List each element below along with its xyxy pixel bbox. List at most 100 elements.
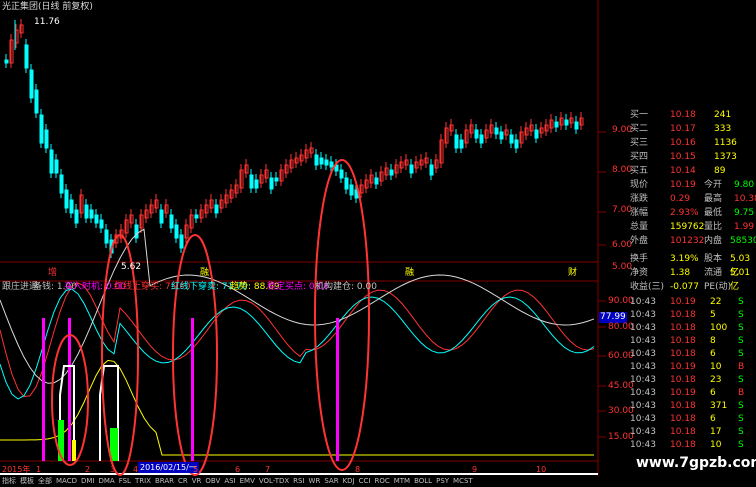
stock-chart-window: 光正集团(日线 前复权) 11.76 5.62 增 融 融 财 9.00 8.0… xyxy=(0,0,756,487)
order-label: 买五 xyxy=(630,166,649,176)
indicator-tab[interactable]: WR xyxy=(307,476,323,487)
indicator-tab[interactable]: PSY xyxy=(434,476,451,487)
indicator-tab[interactable]: RSI xyxy=(291,476,306,487)
order-label: 买二 xyxy=(630,124,649,134)
tick-price: 10.19 xyxy=(670,362,696,372)
tick-row[interactable]: 10:43 10.18 8 S xyxy=(598,334,756,348)
tick-row[interactable]: 10:43 10.18 100 S xyxy=(598,321,756,335)
quote-label: 涨幅 xyxy=(630,208,649,218)
indicator-tab[interactable]: FSL xyxy=(117,476,133,487)
indicator-tab[interactable]: 模板 xyxy=(18,476,36,487)
quote-label: 外盘 xyxy=(630,236,649,246)
indicator-tab[interactable]: MCST xyxy=(451,476,475,487)
candle-body xyxy=(344,177,349,190)
indicator-tab[interactable]: VR xyxy=(190,476,204,487)
volume-bar xyxy=(72,440,76,461)
annotation-circle xyxy=(172,234,218,476)
tick-volume: 22 xyxy=(710,297,722,307)
tick-row[interactable]: 10:43 10.18 23 S xyxy=(598,373,756,387)
tick-time: 10:43 xyxy=(630,297,656,307)
event-marker[interactable]: 增 xyxy=(48,268,57,279)
order-price: 10.14 xyxy=(670,166,696,176)
tick-time: 10:43 xyxy=(630,349,656,359)
indicator-tab[interactable]: VOL-TDX xyxy=(257,476,291,487)
event-marker[interactable]: 融 xyxy=(405,268,414,279)
indicator-tab[interactable]: BOLL xyxy=(412,476,434,487)
indicator-tab[interactable]: CCI xyxy=(357,476,373,487)
tick-row[interactable]: 10:43 10.18 17 S xyxy=(598,425,756,439)
tick-volume: 10 xyxy=(710,362,722,372)
order-book-row[interactable]: 买五 10.14 89 xyxy=(598,164,756,178)
indicator-tab[interactable]: 全部 xyxy=(36,476,54,487)
tick-time: 10:43 xyxy=(630,323,656,333)
indicator-tab[interactable]: 指标 xyxy=(0,476,18,487)
candle-body xyxy=(59,174,64,194)
tick-volume: 8 xyxy=(710,336,716,346)
quote-row: 总量 159762 量比 1.99 xyxy=(598,220,756,234)
tick-time: 10:43 xyxy=(630,336,656,346)
tick-row[interactable]: 10:43 10.19 22 S xyxy=(598,295,756,309)
candle-body xyxy=(104,229,109,244)
tick-price: 10.18 xyxy=(670,375,696,385)
event-marker[interactable]: 财 xyxy=(568,268,577,279)
low-price-label: 5.62 xyxy=(121,262,142,272)
date-tick: 5 xyxy=(193,465,199,474)
indicator-value: 机构建仓: 0.00 xyxy=(315,282,377,292)
candle-body xyxy=(269,177,274,190)
event-marker[interactable]: 融 xyxy=(200,268,209,279)
tick-row[interactable]: 10:43 10.18 10 S xyxy=(598,438,756,452)
indicator-tab[interactable]: MACD xyxy=(54,476,79,487)
indicator-tab[interactable]: TRIX xyxy=(133,476,153,487)
order-book-row[interactable]: 买一 10.18 241 xyxy=(598,108,756,122)
quote-row: 涨跌 0.29 最高 10.38 xyxy=(598,192,756,206)
indicator-tab[interactable]: KDJ xyxy=(341,476,357,487)
order-book-row[interactable]: 买三 10.16 1136 xyxy=(598,136,756,150)
tick-row[interactable]: 10:43 10.18 6 S xyxy=(598,412,756,426)
candle-body xyxy=(339,169,344,179)
tick-volume: 371 xyxy=(710,401,728,411)
quote-row: 收益(三) -0.077 PE(动) xyxy=(598,280,756,294)
tick-time: 10:43 xyxy=(630,414,656,424)
tick-time: 10:43 xyxy=(630,440,656,450)
indicator-tab[interactable]: DMI xyxy=(79,476,97,487)
candle-body xyxy=(29,69,34,99)
order-book-row[interactable]: 买二 10.17 333 xyxy=(598,122,756,136)
indicator-tab[interactable]: SAR xyxy=(322,476,340,487)
quote-row: 涨幅 2.93% 最低 9.75 xyxy=(598,206,756,220)
order-book-row[interactable]: 买四 10.15 1373 xyxy=(598,150,756,164)
indicator-tab[interactable]: BRAR xyxy=(153,476,176,487)
candle-body xyxy=(214,204,219,214)
indicator-tab[interactable]: ROC xyxy=(372,476,391,487)
date-tick: 1 xyxy=(36,465,42,474)
tick-row[interactable]: 10:43 10.19 10 B xyxy=(598,360,756,374)
tick-row[interactable]: 10:43 10.18 6 S xyxy=(598,347,756,361)
quote-value: 2.93% xyxy=(670,208,699,218)
tick-side: B xyxy=(738,388,745,398)
candle-body xyxy=(554,121,559,128)
candle-body xyxy=(329,161,334,168)
tick-row[interactable]: 10:43 10.18 371 S xyxy=(598,399,756,413)
annotation-circle xyxy=(314,159,370,471)
quote-value: -0.077 xyxy=(670,282,700,292)
candle-body xyxy=(514,139,519,149)
candle-body xyxy=(319,157,324,165)
tick-side: S xyxy=(738,401,744,411)
indicator-tab[interactable]: DMA xyxy=(96,476,116,487)
quote-label: 内盘 xyxy=(704,236,723,246)
indicator-white-line xyxy=(0,228,595,384)
buy-signal-bar xyxy=(68,318,71,461)
indicator-tab[interactable]: EMV xyxy=(238,476,257,487)
indicator-tab[interactable]: OBV xyxy=(203,476,222,487)
tick-row[interactable]: 10:43 10.18 5 S xyxy=(598,308,756,322)
indicator-tab[interactable]: MTM xyxy=(392,476,412,487)
order-volume: 241 xyxy=(714,110,732,120)
indicator-tab[interactable]: CR xyxy=(176,476,190,487)
tick-row[interactable]: 10:43 10.19 6 B xyxy=(598,386,756,400)
indicator-tab[interactable]: ASI xyxy=(222,476,237,487)
candle-body xyxy=(84,204,89,219)
order-price: 10.15 xyxy=(670,152,696,162)
quote-row: 现价 10.19 今开 9.80 xyxy=(598,178,756,192)
quote-label: 最高 xyxy=(704,194,723,204)
order-label: 买三 xyxy=(630,138,649,148)
quote-label: 净资 xyxy=(630,268,649,278)
